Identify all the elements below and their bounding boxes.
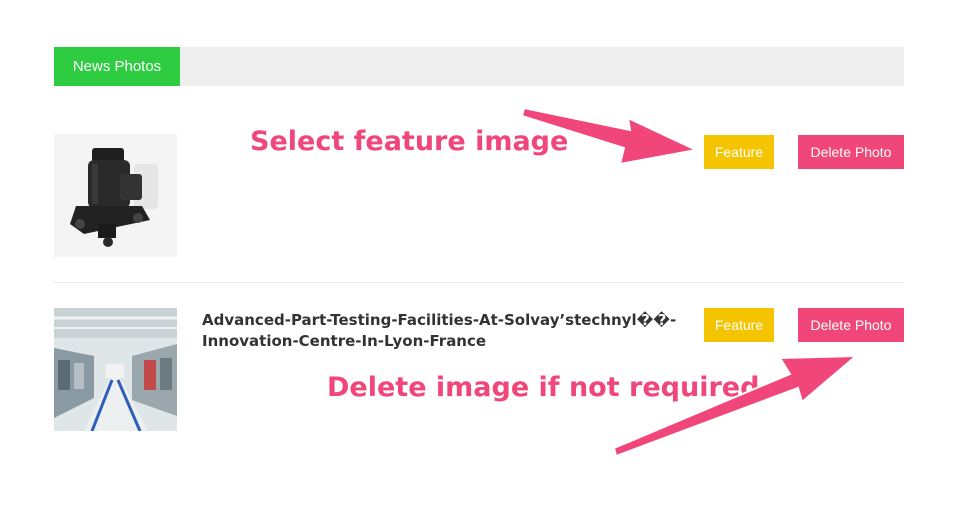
- feature-button-2[interactable]: Feature: [704, 308, 774, 342]
- photo-thumbnail-1: [54, 134, 177, 257]
- news-photos-tab[interactable]: News Photos: [54, 47, 180, 86]
- lab-interior-image: [54, 308, 177, 431]
- delete-photo-button-1[interactable]: Delete Photo: [798, 135, 904, 169]
- news-photos-header: News Photos: [54, 47, 904, 86]
- feature-arrow-icon: [520, 106, 700, 166]
- delete-photo-button-2[interactable]: Delete Photo: [798, 308, 904, 342]
- delete-arrow-icon: [612, 354, 859, 458]
- feature-button-1[interactable]: Feature: [704, 135, 774, 169]
- photo-thumbnail-2: [54, 308, 177, 431]
- photo-divider: [54, 282, 904, 283]
- filter-housing-image: [54, 134, 177, 257]
